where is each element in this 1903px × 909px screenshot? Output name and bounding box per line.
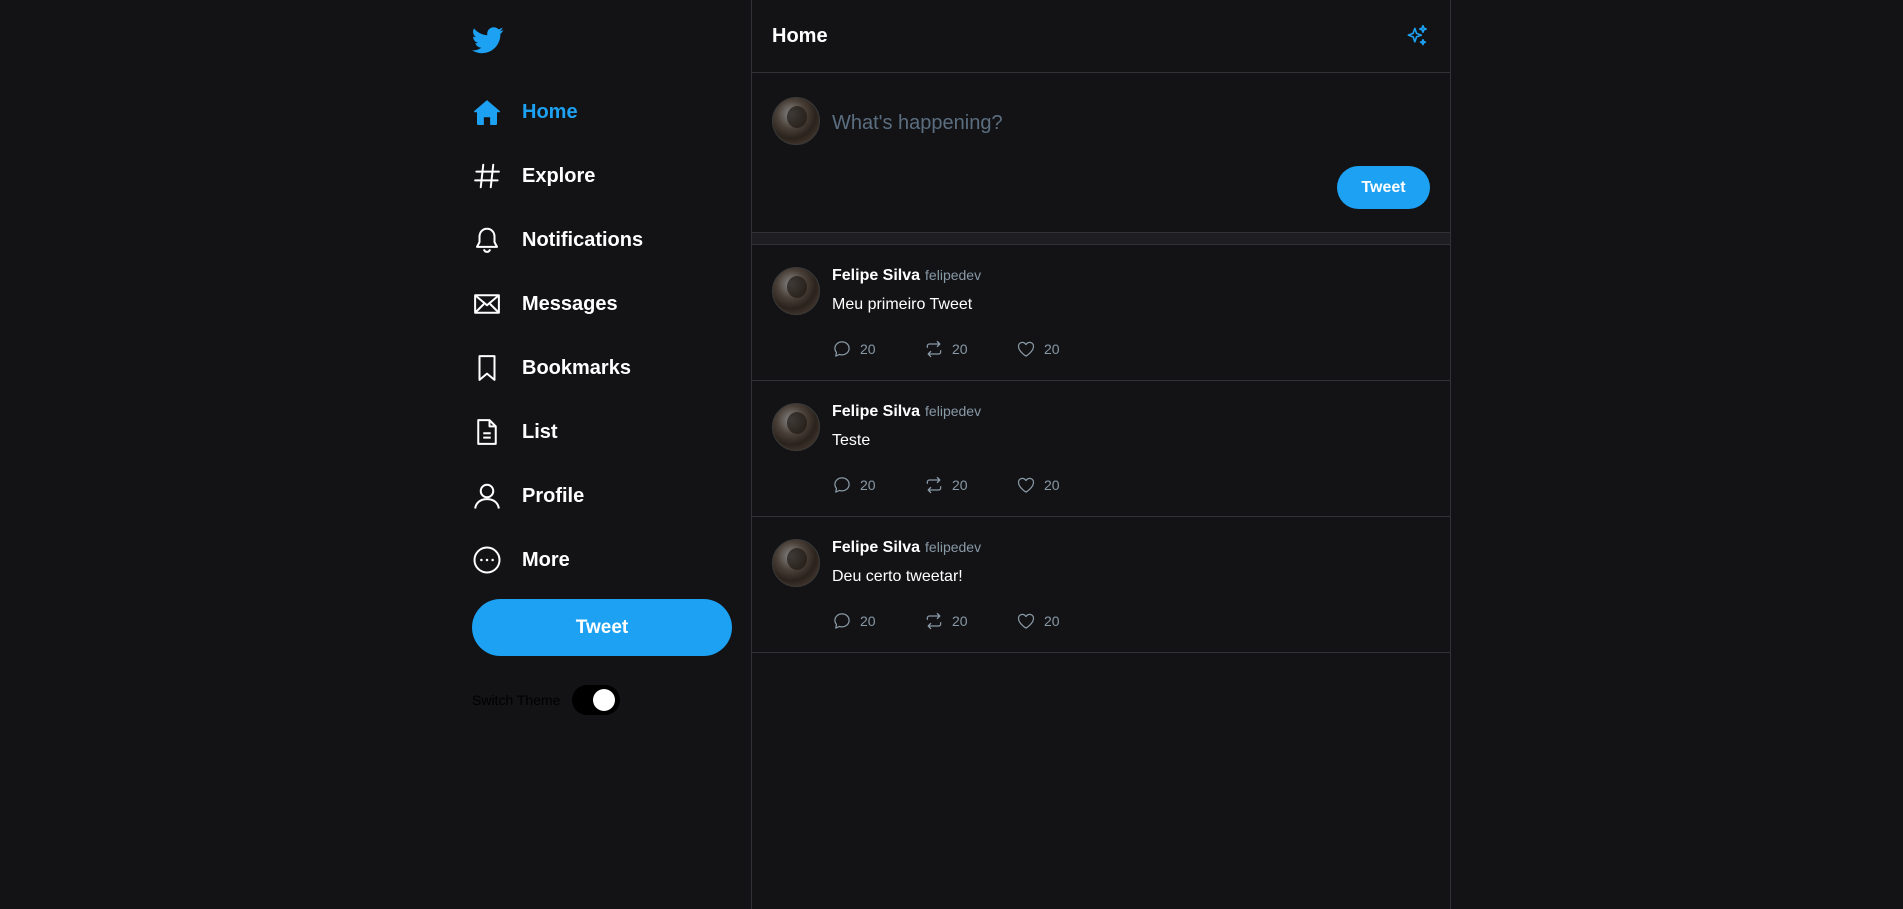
reply-icon — [834, 477, 850, 493]
nav-item-label: Home — [522, 100, 578, 123]
avatar — [772, 403, 820, 451]
bookmark-icon — [472, 353, 502, 383]
like-count: 20 — [1044, 613, 1060, 629]
tweet-actions: 20 20 20 — [832, 475, 1108, 495]
tweet-author-handle[interactable]: felipedev — [925, 403, 981, 419]
nav-item-label: Bookmarks — [522, 356, 631, 379]
sidebar-tweet-button[interactable]: Tweet — [472, 599, 732, 656]
like-button[interactable]: 20 — [1016, 339, 1108, 359]
tweet-item[interactable]: Felipe Silva felipedev Teste 20 20 20 — [752, 381, 1450, 517]
tweet-meta: Felipe Silva felipedev — [832, 267, 981, 285]
nav-item-home[interactable]: Home — [472, 80, 643, 144]
tweet-actions: 20 20 20 — [832, 611, 1108, 631]
feed-header: Home — [752, 0, 1450, 73]
nav-item-list[interactable]: List — [472, 400, 643, 464]
tweet-author-name[interactable]: Felipe Silva — [832, 267, 920, 285]
retweet-count: 20 — [952, 613, 968, 629]
tweet-item[interactable]: Felipe Silva felipedev Meu primeiro Twee… — [752, 245, 1450, 381]
nav-item-more[interactable]: More — [472, 528, 643, 592]
reply-count: 20 — [860, 613, 876, 629]
twitter-bird-icon[interactable] — [471, 24, 504, 56]
reply-icon — [834, 613, 850, 629]
nav-item-label: Profile — [522, 484, 585, 507]
heart-icon — [1017, 477, 1035, 493]
tweet-author-name[interactable]: Felipe Silva — [832, 403, 920, 421]
reply-button[interactable]: 20 — [832, 475, 924, 495]
home-icon — [472, 97, 502, 127]
reply-button[interactable]: 20 — [832, 339, 924, 359]
retweet-button[interactable]: 20 — [924, 611, 1016, 631]
retweet-icon — [926, 340, 942, 358]
retweet-button[interactable]: 20 — [924, 475, 1016, 495]
retweet-icon — [926, 476, 942, 494]
toggle-knob — [593, 689, 616, 711]
retweet-count: 20 — [952, 477, 968, 493]
tweet-author-name[interactable]: Felipe Silva — [832, 539, 920, 557]
theme-toggle[interactable] — [572, 685, 621, 715]
tweet-text: Deu certo tweetar! — [832, 568, 963, 585]
avatar — [772, 97, 820, 145]
theme-switch: Switch Theme — [472, 685, 621, 715]
reply-button[interactable]: 20 — [832, 611, 924, 631]
heart-icon — [1017, 613, 1035, 629]
nav-item-profile[interactable]: Profile — [472, 464, 643, 528]
tweet-meta: Felipe Silva felipedev — [832, 403, 981, 421]
tweet-author-handle[interactable]: felipedev — [925, 539, 981, 555]
heart-icon — [1017, 341, 1035, 357]
nav-item-label: More — [522, 548, 570, 571]
feed-divider — [752, 233, 1450, 245]
reply-count: 20 — [860, 477, 876, 493]
tweet-list: Felipe Silva felipedev Meu primeiro Twee… — [752, 245, 1450, 653]
retweet-button[interactable]: 20 — [924, 339, 1016, 359]
tweet-actions: 20 20 20 — [832, 339, 1108, 359]
nav-item-notifications[interactable]: Notifications — [472, 208, 643, 272]
like-button[interactable]: 20 — [1016, 475, 1108, 495]
main-feed: Home Tweet Felipe Silva felipedev Meu pr… — [752, 0, 1451, 909]
nav-item-explore[interactable]: Explore — [472, 144, 643, 208]
tweet-item[interactable]: Felipe Silva felipedev Deu certo tweetar… — [752, 517, 1450, 653]
main-nav: Home Explore Notifications Messages Book… — [472, 80, 643, 592]
nav-item-bookmarks[interactable]: Bookmarks — [472, 336, 643, 400]
like-count: 20 — [1044, 477, 1060, 493]
nav-item-label: Notifications — [522, 228, 644, 251]
like-count: 20 — [1044, 341, 1060, 357]
tweet-text: Teste — [832, 432, 871, 449]
tweet-composer: Tweet — [752, 73, 1450, 233]
nav-item-messages[interactable]: Messages — [472, 272, 643, 336]
app: Home Explore Notifications Messages Book… — [448, 0, 1452, 909]
tweet-meta: Felipe Silva felipedev — [832, 539, 981, 557]
tweet-author-handle[interactable]: felipedev — [925, 267, 981, 283]
list-document-icon — [472, 417, 502, 447]
tweet-text: Meu primeiro Tweet — [832, 296, 973, 313]
like-button[interactable]: 20 — [1016, 611, 1108, 631]
more-circle-icon — [472, 545, 502, 575]
retweet-count: 20 — [952, 341, 968, 357]
hash-icon — [472, 161, 502, 191]
sidebar: Home Explore Notifications Messages Book… — [448, 0, 752, 909]
user-icon — [472, 481, 502, 511]
envelope-icon — [472, 289, 502, 319]
nav-item-label: List — [522, 420, 558, 443]
reply-count: 20 — [860, 341, 876, 357]
page-title: Home — [772, 24, 828, 47]
nav-item-label: Explore — [522, 164, 596, 187]
retweet-icon — [926, 612, 942, 630]
compose-tweet-button[interactable]: Tweet — [1337, 166, 1430, 209]
theme-switch-label: Switch Theme — [472, 692, 561, 708]
avatar — [772, 267, 820, 315]
avatar — [772, 539, 820, 587]
reply-icon — [834, 341, 850, 357]
compose-input[interactable] — [832, 109, 1392, 137]
sparkle-icon[interactable] — [1404, 23, 1430, 49]
bell-icon — [472, 225, 502, 255]
nav-item-label: Messages — [522, 292, 618, 315]
